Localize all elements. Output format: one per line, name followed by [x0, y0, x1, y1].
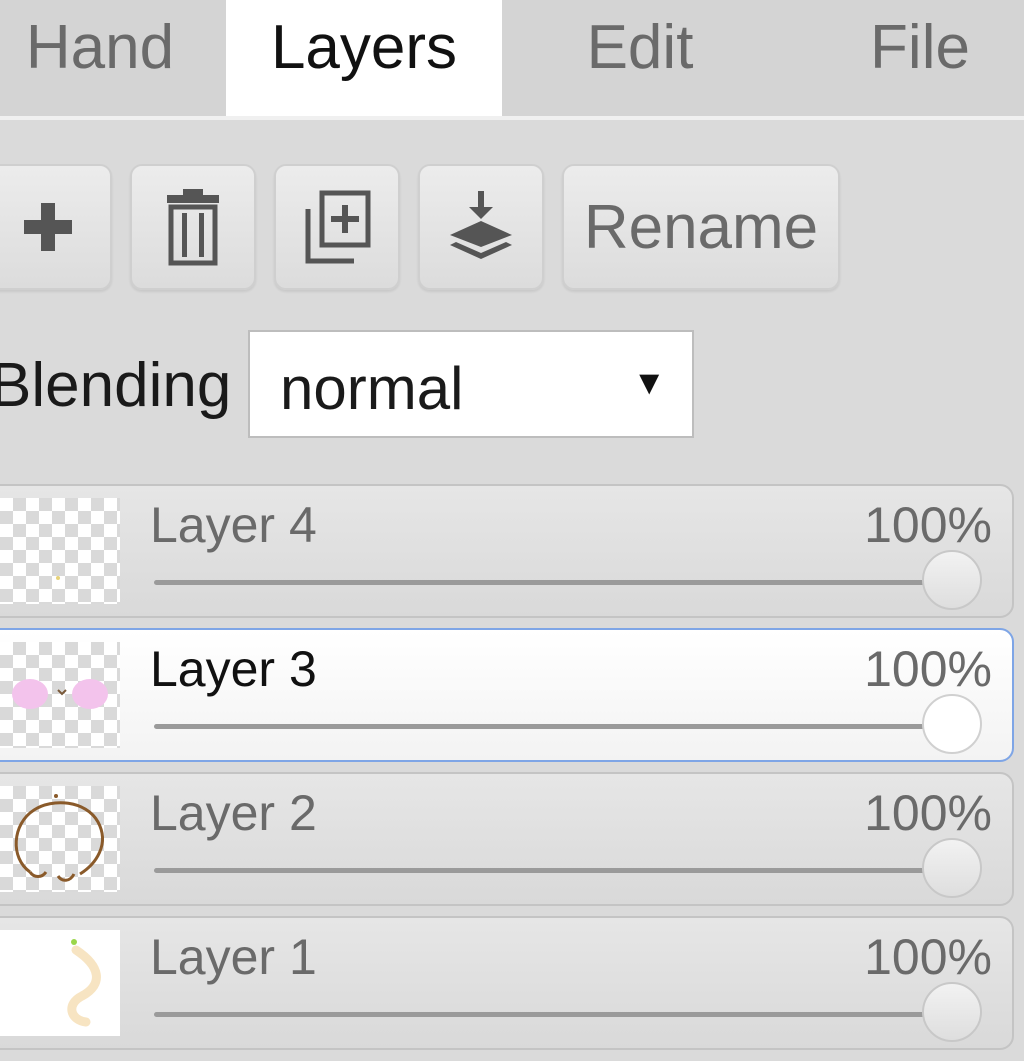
opacity-slider[interactable]: [154, 724, 962, 729]
blending-label: Blending: [0, 351, 232, 420]
tab-hand[interactable]: Hand: [0, 0, 220, 116]
dropdown-arrow-icon: ▼: [632, 364, 666, 402]
opacity-slider-handle[interactable]: [922, 838, 982, 898]
tab-edit[interactable]: Edit: [540, 0, 740, 116]
rename-label: Rename: [583, 192, 819, 262]
layer-name: Layer 3: [150, 641, 317, 697]
layer-opacity: 100%: [864, 785, 992, 841]
plus-icon: [24, 203, 72, 251]
layer-row[interactable]: Layer 1 100%: [0, 916, 1014, 1050]
blending-value: normal: [280, 355, 464, 422]
opacity-slider[interactable]: [154, 580, 962, 585]
add-layer-button[interactable]: [0, 164, 112, 290]
layer-opacity: 100%: [864, 641, 992, 697]
duplicate-layer-button[interactable]: [274, 164, 400, 290]
opacity-slider[interactable]: [154, 1012, 962, 1017]
tab-layers[interactable]: Layers: [226, 0, 502, 116]
layer-row[interactable]: Layer 4 100%: [0, 484, 1014, 618]
layer-opacity: 100%: [864, 929, 992, 985]
merge-down-icon: [450, 191, 512, 259]
layer-name: Layer 1: [150, 929, 317, 985]
opacity-slider-handle[interactable]: [922, 982, 982, 1042]
blending-select[interactable]: normal ▼: [248, 330, 694, 438]
layer-thumbnail: [0, 930, 120, 1036]
layer-opacity: 100%: [864, 497, 992, 553]
duplicate-icon: [305, 190, 371, 264]
tab-bar: Hand Layers Edit File: [0, 0, 1024, 120]
layer-thumbnail: [0, 642, 120, 748]
opacity-slider[interactable]: [154, 868, 962, 873]
tab-file[interactable]: File: [820, 0, 1020, 116]
rename-layer-button[interactable]: Rename: [562, 164, 840, 290]
opacity-slider-handle[interactable]: [922, 550, 982, 610]
merge-down-button[interactable]: [418, 164, 544, 290]
delete-layer-button[interactable]: [130, 164, 256, 290]
layer-row[interactable]: Layer 2 100%: [0, 772, 1014, 906]
opacity-slider-handle[interactable]: [922, 694, 982, 754]
layer-thumbnail: [0, 498, 120, 604]
layer-name: Layer 4: [150, 497, 317, 553]
layer-name: Layer 2: [150, 785, 317, 841]
trash-icon: [167, 189, 219, 266]
layer-row[interactable]: Layer 3 100%: [0, 628, 1014, 762]
layer-thumbnail: [0, 786, 120, 892]
